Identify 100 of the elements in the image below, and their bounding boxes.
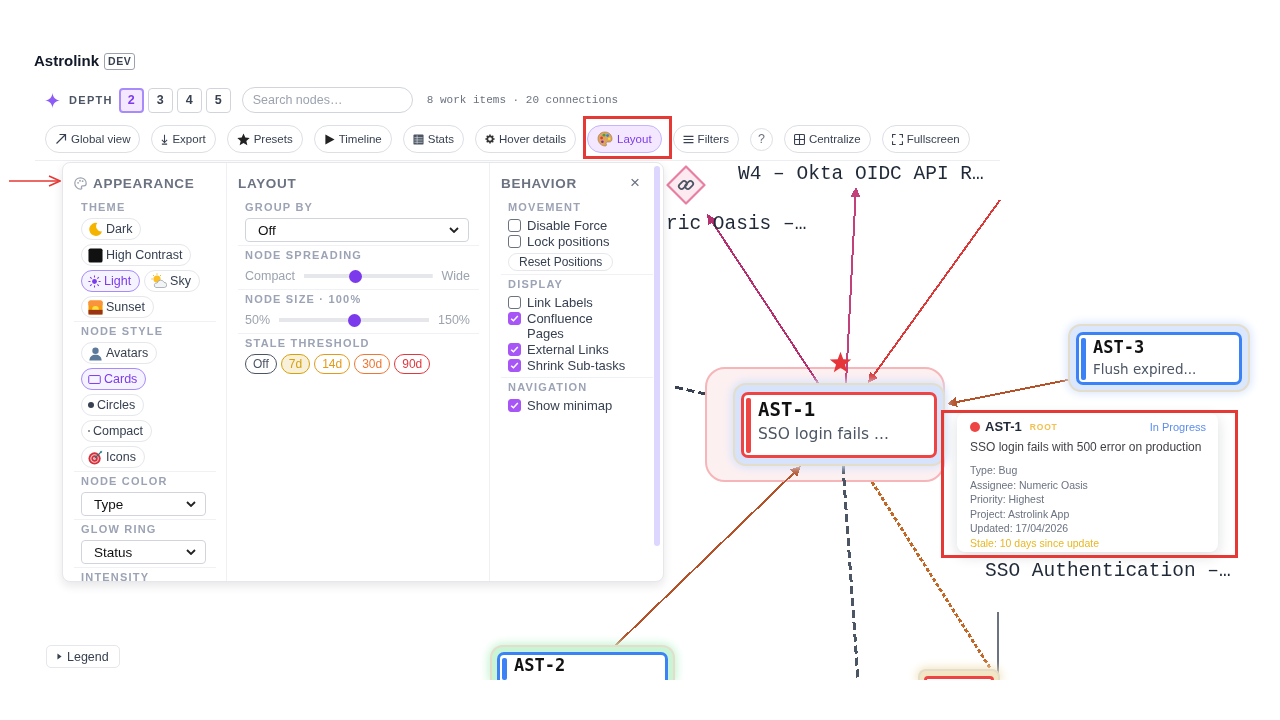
accent-stripe — [1081, 337, 1086, 380]
group-label: NODE STYLE — [81, 325, 165, 338]
slider-thumb[interactable] — [347, 313, 361, 327]
detail-line: Priority: Highest — [970, 492, 1046, 507]
diamond-node[interactable] — [666, 165, 706, 205]
checkbox[interactable] — [508, 312, 521, 325]
sun-icon — [88, 274, 101, 288]
option-chip[interactable]: Circles — [81, 394, 145, 416]
chevron-down-icon — [186, 549, 196, 555]
node-card[interactable]: AST-3 Flush expired... — [1076, 331, 1242, 385]
option-chip[interactable]: Light — [81, 270, 141, 292]
option-chip[interactable]: Avatars — [81, 342, 158, 364]
option-chip[interactable]: Compact — [81, 420, 153, 442]
target-icon — [88, 449, 103, 465]
group-label: MOVEMENT — [508, 201, 583, 214]
toolbar-button[interactable]: Layout — [587, 125, 662, 153]
checkbox[interactable] — [508, 296, 521, 309]
issue-key: AST-1 — [985, 419, 1022, 434]
moon-icon — [88, 221, 103, 237]
option-chip[interactable]: 90d — [394, 354, 431, 374]
group-label: GLOW RING — [81, 523, 158, 536]
node-card[interactable]: AST-2 — [497, 652, 668, 680]
select-field[interactable]: Status — [81, 540, 206, 564]
checkbox-label: Lock positions — [527, 234, 610, 249]
accent-stripe — [502, 658, 507, 680]
option-chip[interactable]: Off — [245, 354, 277, 374]
option-chip[interactable]: Cards — [81, 368, 147, 390]
toolbar-button[interactable]: Export — [151, 125, 216, 153]
toolbar-button[interactable]: Centralize — [783, 125, 871, 153]
slider-min-label: Compact — [245, 269, 296, 283]
help-button[interactable]: ? — [749, 127, 773, 151]
sunset-icon — [88, 299, 103, 315]
summary-text: 8 work items · 20 connections — [426, 94, 619, 106]
option-chip[interactable]: Sky — [144, 270, 200, 292]
group-label: NODE SIZE · 100% — [245, 293, 363, 306]
toolbar-button[interactable]: Stats — [402, 125, 464, 153]
section-heading: APPEARANCE — [93, 175, 195, 191]
toolbar-button[interactable]: Timeline — [313, 125, 392, 153]
node-label: W4 – Okta OIDC API R… — [738, 163, 984, 185]
download-icon — [161, 133, 169, 145]
reset-button[interactable]: Reset Positions — [508, 253, 614, 271]
node-key: AST-3 — [1093, 336, 1197, 357]
toolbar-button[interactable]: Presets — [226, 125, 303, 153]
legend-button[interactable]: Legend — [46, 645, 120, 668]
chevron-down-icon — [449, 227, 459, 233]
checkbox-label: Show minimap — [527, 398, 613, 413]
checkbox[interactable] — [508, 359, 521, 372]
sun-cloud-icon — [151, 273, 168, 289]
gear-icon — [484, 134, 495, 144]
select-field[interactable]: Type — [81, 492, 206, 516]
root-label: ROOT — [1029, 421, 1058, 432]
group-label: GROUP BY — [245, 201, 315, 214]
group-label: NODE SPREADING — [245, 249, 364, 262]
option-chip[interactable]: Icons — [81, 446, 145, 468]
list-lines-icon — [682, 134, 694, 144]
checkbox-label: Shrink Sub-tasks — [527, 358, 626, 373]
node-key: AST-2 — [514, 655, 566, 675]
checkbox-label: Confluence Pages — [527, 311, 594, 341]
palette-icon — [597, 131, 614, 147]
node-card[interactable] — [924, 676, 994, 680]
group-label: DISPLAY — [508, 278, 565, 291]
palette-icon — [74, 176, 87, 190]
slider-max-label: Wide — [441, 269, 470, 283]
option-chip[interactable]: Sunset — [81, 296, 154, 318]
group-label: THEME — [81, 201, 127, 214]
checkbox[interactable] — [508, 219, 521, 232]
toolbar-button[interactable]: Global view — [45, 125, 141, 153]
fullscreen-icon — [891, 133, 903, 145]
toolbar-button[interactable]: Filters — [672, 125, 739, 153]
detail-line: Type: Bug — [970, 463, 1019, 478]
search-field[interactable]: Search nodes… — [241, 87, 413, 113]
checkbox-label: External Links — [527, 342, 609, 357]
sparkle-icon — [45, 92, 60, 108]
checkbox[interactable] — [508, 235, 521, 248]
slider-min-label: 50% — [245, 313, 271, 327]
depth-button[interactable]: 3 — [147, 87, 173, 113]
checkbox-label: Link Labels — [527, 295, 593, 310]
depth-button[interactable]: 5 — [205, 87, 231, 113]
slider-max-label: 150% — [438, 313, 470, 327]
depth-button[interactable]: 2 — [118, 87, 144, 113]
option-chip[interactable]: Dark — [81, 218, 142, 240]
checkbox[interactable] — [508, 343, 521, 356]
pointer-arrow — [9, 175, 61, 187]
select-field[interactable]: Off — [245, 218, 469, 242]
close-button[interactable]: × — [630, 175, 640, 191]
node-card[interactable]: AST-1 SSO login fails ... — [741, 391, 937, 458]
toolbar-button[interactable]: Hover details — [474, 125, 577, 153]
play-icon — [323, 133, 335, 145]
table-icon — [412, 133, 424, 145]
option-chip[interactable]: High Contrast — [81, 244, 192, 266]
toolbar-button[interactable]: Fullscreen — [881, 125, 970, 153]
environment-badge: DEV — [104, 52, 136, 70]
rectangle-icon — [88, 374, 101, 384]
detail-line: Updated: 17/04/2026 — [970, 521, 1070, 536]
section-heading: BEHAVIOR — [501, 175, 577, 191]
depth-button[interactable]: 4 — [176, 87, 202, 113]
slider-thumb[interactable] — [348, 269, 362, 283]
app-title: Astrolink — [34, 52, 99, 70]
checkbox[interactable] — [508, 399, 521, 412]
scrollbar-thumb[interactable] — [654, 166, 660, 546]
